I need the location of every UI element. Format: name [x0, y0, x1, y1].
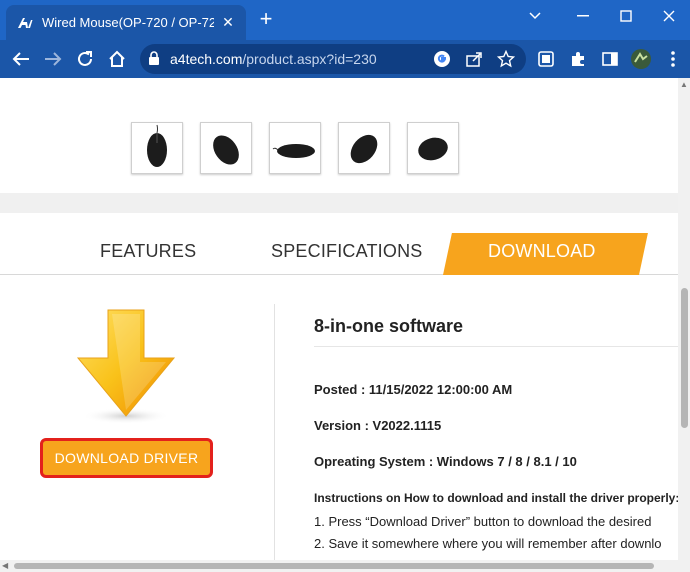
url-host: a4tech.com	[170, 51, 243, 67]
forward-arrow-icon[interactable]	[40, 46, 66, 72]
tab-features[interactable]: FEATURES	[100, 241, 196, 262]
url-path: /product.aspx?id=230	[242, 51, 377, 67]
section-separator	[0, 193, 690, 213]
back-arrow-icon[interactable]	[8, 46, 34, 72]
address-bar[interactable]: a4tech.com/product.aspx?id=230	[140, 44, 526, 74]
thumbnail-mouse-1[interactable]	[131, 122, 183, 174]
instructions-heading: Instructions on How to download and inst…	[314, 491, 680, 505]
tab-close-icon[interactable]: ✕	[220, 14, 236, 31]
scroll-up-arrow-icon[interactable]: ▲	[680, 80, 688, 89]
page-content: FEATURES SPECIFICATIONS DOWNLOAD DOWNLOA…	[0, 78, 690, 572]
google-lens-icon[interactable]	[430, 47, 454, 71]
horizontal-scroll-thumb[interactable]	[14, 563, 654, 569]
instruction-step-1: 1. Press “Download Driver” button to dow…	[314, 514, 652, 529]
url-text: a4tech.com/product.aspx?id=230	[170, 51, 377, 67]
scroll-left-arrow-icon[interactable]: ◀	[2, 561, 8, 570]
browser-window: Wired Mouse(OP-720 / OP-720S) ✕ +	[0, 0, 690, 572]
reading-mode-icon[interactable]	[533, 46, 559, 72]
thumbnail-mouse-5[interactable]	[407, 122, 459, 174]
vertical-scrollbar[interactable]: ▲	[678, 78, 690, 560]
profile-avatar[interactable]	[628, 46, 654, 72]
tab-title: Wired Mouse(OP-720 / OP-720S)	[42, 15, 214, 30]
new-tab-button[interactable]: +	[255, 8, 277, 30]
software-title: 8-in-one software	[314, 316, 464, 336]
operating-system: Opreating System : Windows 7 / 8 / 8.1 /…	[314, 454, 577, 469]
minimize-icon[interactable]	[570, 6, 596, 26]
product-thumbnails	[0, 78, 690, 193]
download-arrow-icon	[76, 309, 176, 424]
column-divider	[274, 304, 275, 572]
download-driver-button[interactable]: DOWNLOAD DRIVER	[40, 438, 213, 478]
instruction-step-2: 2. Save it somewhere where you will reme…	[314, 536, 662, 551]
lock-icon	[148, 51, 160, 71]
extensions-puzzle-icon[interactable]	[565, 46, 591, 72]
version-info: Version : V2022.1115	[314, 418, 442, 433]
horizontal-scrollbar[interactable]: ◀	[0, 560, 690, 572]
thumbnail-mouse-3[interactable]	[269, 122, 321, 174]
chevron-down-icon[interactable]	[522, 6, 548, 26]
tab-download[interactable]: DOWNLOAD	[488, 241, 596, 262]
vertical-scroll-thumb[interactable]	[681, 288, 688, 428]
maximize-icon[interactable]	[613, 6, 639, 26]
home-icon[interactable]	[104, 46, 130, 72]
close-icon[interactable]	[656, 6, 682, 26]
a4tech-favicon-icon	[18, 17, 33, 28]
browser-toolbar: a4tech.com/product.aspx?id=230	[0, 40, 690, 78]
share-icon[interactable]	[462, 47, 486, 71]
more-menu-icon[interactable]	[660, 46, 686, 72]
side-panel-icon[interactable]	[597, 46, 623, 72]
posted-date: Posted : 11/15/2022 12:00:00 AM	[314, 382, 513, 397]
title-bar: Wired Mouse(OP-720 / OP-720S) ✕ +	[0, 0, 690, 40]
reload-icon[interactable]	[72, 46, 98, 72]
tab-specifications[interactable]: SPECIFICATIONS	[271, 241, 423, 262]
thumbnail-mouse-2[interactable]	[200, 122, 252, 174]
browser-tab[interactable]: Wired Mouse(OP-720 / OP-720S) ✕	[6, 5, 246, 40]
product-tabs: FEATURES SPECIFICATIONS DOWNLOAD	[0, 213, 690, 275]
bookmark-star-icon[interactable]	[494, 47, 518, 71]
title-rule	[314, 346, 690, 347]
thumbnail-mouse-4[interactable]	[338, 122, 390, 174]
